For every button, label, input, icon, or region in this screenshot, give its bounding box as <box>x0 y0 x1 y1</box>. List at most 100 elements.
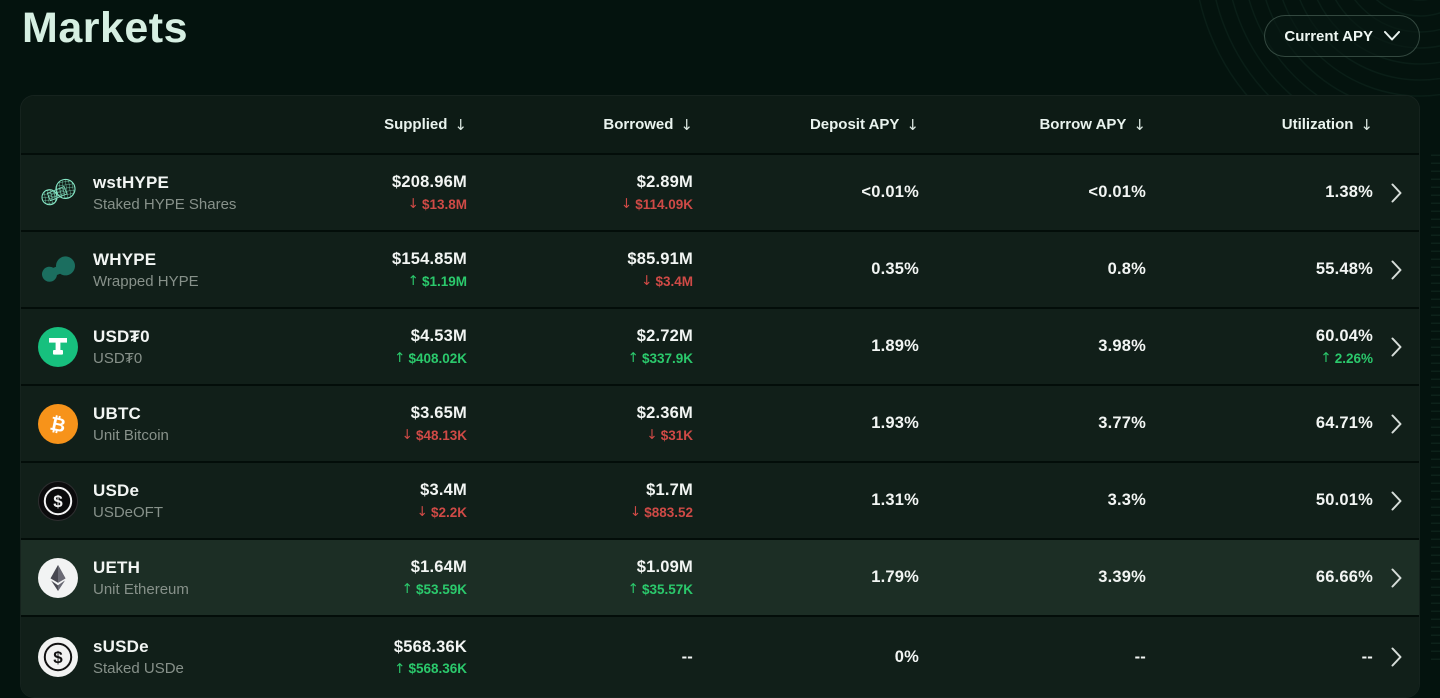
supplied-change: ↑$408.02K <box>394 350 467 366</box>
borrow-apy-value: <0.01% <box>1088 183 1146 202</box>
asset-name: USDeOFT <box>93 504 163 521</box>
asset-name: Staked HYPE Shares <box>93 196 236 213</box>
asset-symbol: USDe <box>93 481 163 501</box>
borrowed-cell: $2.36M ↓$31K <box>467 404 693 443</box>
edge-dashes-decoration <box>1431 150 1440 660</box>
supplied-change: ↓$48.13K <box>402 427 467 443</box>
supplied-cell: $208.96M ↓$13.8M <box>281 173 467 212</box>
usde-icon: $ <box>38 481 78 521</box>
supplied-cell: $568.36K ↑$568.36K <box>281 638 467 677</box>
borrowed-value: $2.89M <box>637 173 693 192</box>
deposit-apy-value: 1.89% <box>871 337 919 356</box>
asset-symbol: WHYPE <box>93 250 199 270</box>
supplied-value: $4.53M <box>411 327 467 346</box>
asset-cell: ₿ UBTC Unit Bitcoin <box>21 404 281 444</box>
change-arrow-icon: ↑ <box>394 350 405 366</box>
borrowed-change: ↓$883.52 <box>630 504 693 520</box>
market-row-ubtc[interactable]: ₿ UBTC Unit Bitcoin $3.65M ↓$48.13K $2.3… <box>21 384 1419 461</box>
market-row-usd₮0[interactable]: USD₮0 USD₮0 $4.53M ↑$408.02K $2.72M ↑$33… <box>21 307 1419 384</box>
change-arrow-icon: ↑ <box>402 581 413 597</box>
asset-cell: $ USDe USDeOFT <box>21 481 281 521</box>
column-header-deposit-apy[interactable]: Deposit APY ↓ <box>693 116 919 134</box>
markets-table: Supplied ↓ Borrowed ↓ Deposit APY ↓ Borr… <box>20 95 1420 698</box>
chevron-right-icon <box>1391 647 1402 667</box>
sort-desc-icon: ↓ <box>1360 116 1373 134</box>
borrow-apy-value: 3.98% <box>1098 337 1146 356</box>
deposit-apy-value: 1.93% <box>871 414 919 433</box>
chevron-right-icon <box>1391 491 1402 511</box>
deposit-apy-value: <0.01% <box>861 183 919 202</box>
column-header-borrow-apy[interactable]: Borrow APY ↓ <box>919 116 1146 134</box>
change-arrow-icon: ↑ <box>408 273 419 289</box>
supplied-value: $154.85M <box>392 250 467 269</box>
change-arrow-icon: ↑ <box>628 581 639 597</box>
svg-text:$: $ <box>53 492 63 511</box>
current-apy-dropdown-button[interactable]: Current APY <box>1264 15 1420 57</box>
borrowed-cell: $2.72M ↑$337.9K <box>467 327 693 366</box>
change-arrow-icon: ↓ <box>621 196 632 212</box>
borrow-apy-value: 3.77% <box>1098 414 1146 433</box>
utilization-value: 1.38% <box>1325 183 1373 202</box>
chevron-right-icon <box>1391 183 1402 203</box>
market-row-susde[interactable]: $ sUSDe Staked USDe $568.36K ↑$568.36K -… <box>21 615 1419 697</box>
utilization-cell: 66.66% <box>1146 568 1373 587</box>
borrowed-cell: $1.7M ↓$883.52 <box>467 481 693 520</box>
asset-symbol: wstHYPE <box>93 173 236 193</box>
borrowed-value: $1.7M <box>646 481 693 500</box>
change-arrow-icon: ↑ <box>628 350 639 366</box>
column-header-utilization[interactable]: Utilization ↓ <box>1146 116 1373 134</box>
change-arrow-icon: ↓ <box>630 504 641 520</box>
borrowed-change: ↓$114.09K <box>621 196 693 212</box>
borrowed-value: -- <box>682 648 693 667</box>
change-arrow-icon: ↓ <box>641 273 652 289</box>
market-row-usde[interactable]: $ USDe USDeOFT $3.4M ↓$2.2K $1.7M ↓$883.… <box>21 461 1419 538</box>
utilization-value: 55.48% <box>1316 260 1373 279</box>
asset-symbol: UETH <box>93 558 189 578</box>
asset-cell: wstHYPE Staked HYPE Shares <box>21 173 281 213</box>
market-row-whype[interactable]: WHYPE Wrapped HYPE $154.85M ↑$1.19M $85.… <box>21 230 1419 307</box>
utilization-cell: 1.38% <box>1146 183 1373 202</box>
supplied-change: ↑$53.59K <box>402 581 467 597</box>
column-header-supplied[interactable]: Supplied ↓ <box>281 116 467 134</box>
borrow-apy-value: 0.8% <box>1108 260 1146 279</box>
column-header-borrowed[interactable]: Borrowed ↓ <box>467 116 693 134</box>
sort-desc-icon: ↓ <box>680 116 693 134</box>
borrowed-cell: $85.91M ↓$3.4M <box>467 250 693 289</box>
deposit-apy-value: 1.31% <box>871 491 919 510</box>
chevron-right-icon <box>1391 568 1402 588</box>
utilization-cell: 55.48% <box>1146 260 1373 279</box>
asset-symbol: UBTC <box>93 404 169 424</box>
change-arrow-icon: ↑ <box>394 661 405 677</box>
asset-cell: USD₮0 USD₮0 <box>21 327 281 367</box>
asset-name: Unit Bitcoin <box>93 427 169 444</box>
utilization-value: 50.01% <box>1316 491 1373 510</box>
change-arrow-icon: ↓ <box>417 504 428 520</box>
supplied-cell: $3.4M ↓$2.2K <box>281 481 467 520</box>
deposit-apy-value: 0% <box>895 648 919 667</box>
supplied-cell: $154.85M ↑$1.19M <box>281 250 467 289</box>
change-arrow-icon: ↓ <box>408 196 419 212</box>
utilization-cell: -- <box>1146 648 1373 667</box>
svg-text:$: $ <box>53 648 63 667</box>
supplied-change: ↑$568.36K <box>394 661 467 677</box>
utilization-value: 60.04% <box>1316 327 1373 346</box>
utilization-value: 64.71% <box>1316 414 1373 433</box>
utilization-cell: 64.71% <box>1146 414 1373 433</box>
utilization-cell: 60.04% ↑2.26% <box>1146 327 1373 366</box>
market-row-ueth[interactable]: UETH Unit Ethereum $1.64M ↑$53.59K $1.09… <box>21 538 1419 615</box>
supplied-value: $1.64M <box>411 558 467 577</box>
usdt0-icon <box>38 327 78 367</box>
borrowed-change: ↓$31K <box>646 427 693 443</box>
utilization-value: 66.66% <box>1316 568 1373 587</box>
supplied-change: ↑$1.19M <box>408 273 467 289</box>
change-arrow-icon: ↓ <box>402 427 413 443</box>
borrow-apy-value: 3.3% <box>1108 491 1146 510</box>
ubtc-icon: ₿ <box>38 404 78 444</box>
ueth-icon <box>38 558 78 598</box>
asset-name: USD₮0 <box>93 350 150 367</box>
supplied-cell: $3.65M ↓$48.13K <box>281 404 467 443</box>
market-row-wsthype[interactable]: wstHYPE Staked HYPE Shares $208.96M ↓$13… <box>21 153 1419 230</box>
asset-cell: WHYPE Wrapped HYPE <box>21 250 281 290</box>
table-header-row: Supplied ↓ Borrowed ↓ Deposit APY ↓ Borr… <box>21 96 1419 153</box>
whype-icon <box>38 250 78 290</box>
